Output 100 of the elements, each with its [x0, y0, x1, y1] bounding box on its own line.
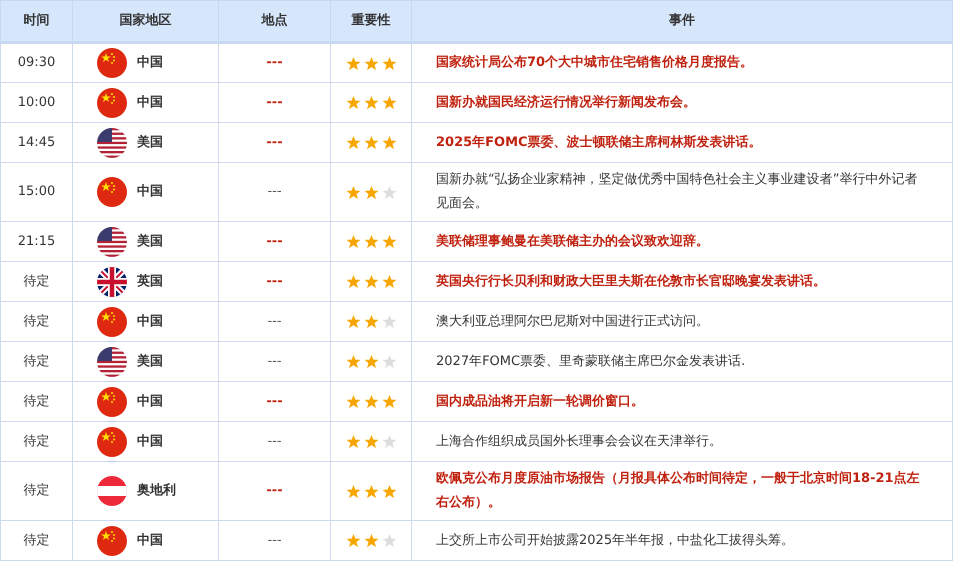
place-cell: --- — [218, 302, 330, 342]
place-cell: --- — [218, 342, 330, 382]
country-name: 英国 — [137, 272, 163, 290]
flag-icon — [97, 128, 127, 158]
event-text: 美联储理事鲍曼在美联储主办的会议致欢迎辞。 — [412, 222, 952, 262]
event-text: 2027年FOMC票委、里奇蒙联储主席巴尔金发表讲话. — [412, 342, 952, 382]
country-name: 中国 — [137, 183, 163, 201]
flag-icon — [97, 346, 127, 376]
star-icon — [382, 56, 396, 70]
star-icon — [382, 184, 396, 200]
time-cell: 10:00 — [0, 82, 72, 122]
flag-icon — [97, 226, 127, 256]
country-name: 中国 — [137, 54, 163, 72]
star-icon — [346, 394, 360, 409]
star-icon — [346, 354, 360, 369]
star-icon — [364, 274, 378, 289]
flag-icon — [97, 306, 127, 336]
country-name: 中国 — [137, 312, 163, 330]
flag-icon — [97, 88, 127, 118]
star-icon — [346, 434, 360, 449]
star-icon — [364, 533, 378, 548]
time-cell: 待定 — [0, 342, 72, 382]
time-cell: 待定 — [0, 462, 72, 520]
flag-icon — [97, 386, 127, 416]
place-cell: --- — [218, 42, 330, 82]
place-cell: --- — [218, 122, 330, 162]
time-cell: 待定 — [0, 422, 72, 462]
time-cell: 待定 — [0, 302, 72, 342]
flag-icon — [97, 266, 127, 296]
time-cell: 待定 — [0, 262, 72, 302]
star-icon — [364, 394, 378, 409]
place-cell: --- — [218, 222, 330, 262]
star-icon — [382, 484, 396, 498]
country-name: 中国 — [137, 94, 163, 112]
star-icon — [346, 234, 360, 249]
star-icon — [346, 56, 360, 70]
star-icon — [364, 135, 378, 150]
star-icon — [382, 234, 396, 249]
star-icon — [364, 95, 378, 110]
star-icon — [364, 354, 378, 369]
star-icon — [346, 314, 360, 329]
event-text: 欧佩克公布月度原油市场报告（月报具体公布时间待定，一般于北京时间18-21点左右公布）。 — [412, 462, 952, 520]
star-icon — [346, 135, 360, 150]
star-icon — [346, 95, 360, 110]
event-text: 上交所上市公司开始披露2025年半年报，中盐化工拔得头筹。 — [412, 520, 952, 560]
star-icon — [382, 354, 396, 369]
event-text: 国新办就“弘扬企业家精神，坚定做优秀中国特色社会主义事业建设者”举行中外记者见面会。 — [412, 162, 952, 222]
event-text: 上海合作组织成员国外长理事会会议在天津举行。 — [412, 422, 952, 462]
flag-icon — [97, 48, 127, 78]
country-name: 中国 — [137, 532, 163, 550]
column-header: 重要性 — [330, 0, 412, 42]
star-icon — [364, 434, 378, 449]
place-cell: --- — [218, 520, 330, 560]
flag-icon — [97, 526, 127, 556]
flag-icon — [97, 426, 127, 456]
star-icon — [364, 184, 378, 200]
time-cell: 21:15 — [0, 222, 72, 262]
star-icon — [382, 394, 396, 409]
place-cell: --- — [218, 262, 330, 302]
event-text: 英国央行行长贝利和财政大臣里夫斯在伦敦市长官邸晚宴发表讲话。 — [412, 262, 952, 302]
place-cell: --- — [218, 162, 330, 222]
star-icon — [364, 56, 378, 70]
star-icon — [382, 274, 396, 289]
column-header: 时间 — [0, 0, 72, 42]
country-name: 中国 — [137, 432, 163, 450]
event-text: 澳大利亚总理阿尔巴尼斯对中国进行正式访问。 — [412, 302, 952, 342]
star-icon — [364, 234, 378, 249]
country-name: 中国 — [137, 392, 163, 410]
place-cell: --- — [218, 462, 330, 520]
star-icon — [346, 484, 360, 498]
column-header: 地点 — [218, 0, 330, 42]
star-icon — [382, 135, 396, 150]
place-cell: --- — [218, 82, 330, 122]
event-text: 2025年FOMC票委、波士顿联储主席柯林斯发表讲话。 — [412, 122, 952, 162]
time-cell: 待定 — [0, 382, 72, 422]
star-icon — [364, 484, 378, 498]
flag-icon — [97, 476, 127, 506]
time-cell: 待定 — [0, 520, 72, 560]
star-icon — [382, 314, 396, 329]
time-cell: 14:45 — [0, 122, 72, 162]
country-name: 奥地利 — [137, 482, 176, 500]
time-cell: 09:30 — [0, 42, 72, 82]
country-name: 美国 — [137, 232, 163, 250]
event-text: 国内成品油将开启新一轮调价窗口。 — [412, 382, 952, 422]
star-icon — [346, 184, 360, 200]
star-icon — [382, 95, 396, 110]
column-header: 国家地区 — [72, 0, 218, 42]
star-icon — [346, 533, 360, 548]
flag-icon — [97, 177, 127, 207]
country-name: 美国 — [137, 352, 163, 370]
time-cell: 15:00 — [0, 162, 72, 222]
event-text: 国新办就国民经济运行情况举行新闻发布会。 — [412, 82, 952, 122]
place-cell: --- — [218, 382, 330, 422]
star-icon — [364, 314, 378, 329]
place-cell: --- — [218, 422, 330, 462]
country-name: 美国 — [137, 134, 163, 152]
star-icon — [382, 533, 396, 548]
event-text: 国家统计局公布70个大中城市住宅销售价格月度报告。 — [412, 42, 952, 82]
column-header: 事件 — [412, 0, 952, 42]
star-icon — [382, 434, 396, 449]
